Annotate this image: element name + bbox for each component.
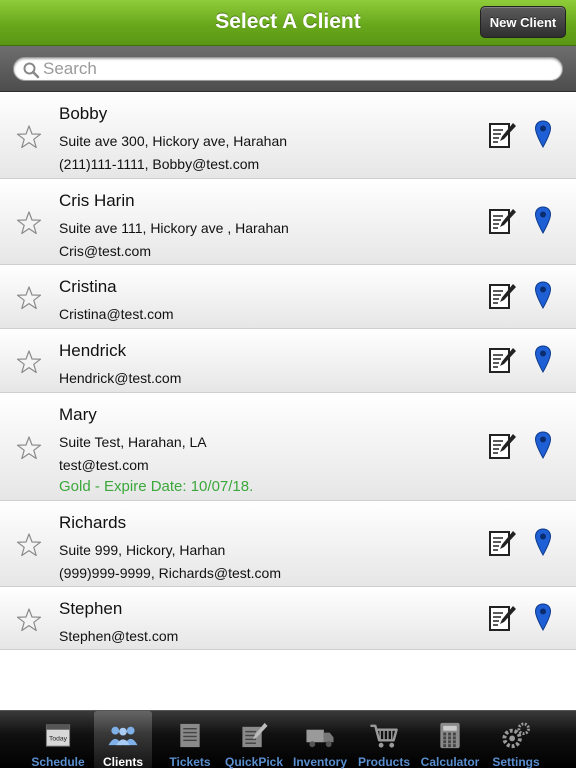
edit-client-icon[interactable] — [487, 603, 517, 633]
edit-client-icon[interactable] — [487, 528, 517, 558]
edit-client-icon[interactable] — [487, 345, 517, 375]
favorite-star-icon[interactable] — [16, 124, 42, 150]
tab-settings[interactable]: Settings — [484, 711, 548, 769]
client-row[interactable]: Richards Suite 999, Hickory, Harhan (999)9… — [0, 501, 576, 587]
favorite-star-icon[interactable] — [16, 435, 42, 461]
calendar-icon: Today — [45, 724, 71, 747]
client-name: Mary — [59, 405, 97, 424]
client-detail-line: Cristina@test.com — [59, 306, 174, 322]
favorite-star-icon[interactable] — [16, 532, 42, 558]
map-pin-icon[interactable] — [534, 345, 552, 373]
favorite-star-icon[interactable] — [16, 210, 42, 236]
tab-bar: Today Schedule Clients Tickets QuickPick Inve… — [0, 710, 576, 769]
client-detail-line: Hendrick@test.com — [59, 370, 182, 386]
client-detail-line: Stephen@test.com — [59, 628, 179, 644]
map-pin-icon[interactable] — [534, 120, 552, 148]
client-info: Stephen Stephen@test.com — [59, 599, 178, 644]
tab-label: Calculator — [420, 755, 480, 769]
client-row[interactable]: Mary Suite Test, Harahan, LA test@test.com… — [0, 393, 576, 501]
truck-icon — [306, 729, 334, 748]
search-icon — [23, 62, 40, 79]
client-detail-line: (211)111-1111, Bobby@test.com — [59, 156, 260, 172]
tab-tickets[interactable]: Tickets — [158, 711, 222, 769]
edit-client-icon[interactable] — [487, 120, 517, 150]
client-info: Richards Suite 999, Hickory, Harhan (999)9… — [59, 513, 281, 581]
svg-text:Today: Today — [49, 735, 68, 742]
client-detail-line: Suite ave 111, Hickory ave , Harahan — [59, 220, 289, 236]
tab-label: QuickPick — [224, 755, 284, 769]
client-list: Bobby Suite ave 300, Hickory ave, Harahan… — [0, 92, 576, 650]
client-row[interactable]: Stephen Stephen@test.com — [0, 587, 576, 650]
search-input[interactable] — [43, 59, 543, 79]
tab-label: Inventory — [292, 755, 347, 769]
client-name: Cris Harin — [59, 191, 135, 210]
client-detail-line: Suite 999, Hickory, Harhan — [59, 542, 226, 558]
calculator-icon — [440, 722, 460, 749]
client-name: Stephen — [59, 599, 123, 618]
tab-label: Schedule — [31, 755, 85, 769]
search-field[interactable] — [13, 57, 563, 81]
map-pin-icon[interactable] — [534, 603, 552, 631]
favorite-star-icon[interactable] — [16, 285, 42, 311]
tab-inventory[interactable]: Inventory — [288, 711, 352, 769]
map-pin-icon[interactable] — [534, 528, 552, 556]
client-info: Mary Suite Test, Harahan, LA test@test.com… — [59, 405, 253, 496]
client-row[interactable]: Hendrick Hendrick@test.com — [0, 329, 576, 393]
client-name: Richards — [59, 513, 127, 532]
search-bar — [0, 46, 576, 92]
tab-label: Clients — [102, 755, 143, 769]
tab-products[interactable]: Products — [352, 711, 416, 769]
new-client-button[interactable]: New Client — [480, 6, 566, 38]
cart-icon — [370, 724, 398, 748]
client-info: Hendrick Hendrick@test.com — [59, 341, 181, 386]
people-icon — [108, 726, 138, 746]
tab-label: Settings — [492, 755, 540, 769]
client-detail-line: Cris@test.com — [59, 243, 151, 259]
tab-label: Products — [357, 755, 410, 769]
quickpick-icon — [242, 722, 268, 748]
client-detail-line: test@test.com — [59, 457, 149, 473]
client-row[interactable]: Cris Harin Suite ave 111, Hickory ave , H… — [0, 179, 576, 265]
map-pin-icon[interactable] — [534, 206, 552, 234]
client-name: Bobby — [59, 104, 108, 123]
client-name: Cristina — [59, 277, 117, 296]
map-pin-icon[interactable] — [534, 281, 552, 309]
client-detail-line: Suite Test, Harahan, LA — [59, 434, 207, 450]
header-bar: Select A Client New Client — [0, 0, 576, 46]
map-pin-icon[interactable] — [534, 431, 552, 459]
client-info: Cris Harin Suite ave 111, Hickory ave , H… — [59, 191, 289, 259]
favorite-star-icon[interactable] — [16, 607, 42, 633]
ticket-list-icon — [180, 723, 200, 748]
edit-client-icon[interactable] — [487, 431, 517, 461]
client-info: Bobby Suite ave 300, Hickory ave, Harahan… — [59, 104, 287, 172]
membership-status: Gold - Expire Date: 10/07/18. — [59, 478, 254, 495]
client-row[interactable]: Bobby Suite ave 300, Hickory ave, Harahan… — [0, 92, 576, 179]
gears-icon — [502, 722, 531, 749]
tab-schedule[interactable]: Today Schedule — [26, 711, 90, 769]
client-detail-line: Suite ave 300, Hickory ave, Harahan — [59, 133, 288, 149]
tab-label: Tickets — [169, 755, 211, 769]
client-name: Hendrick — [59, 341, 127, 360]
tab-clients[interactable]: Clients — [94, 711, 152, 769]
client-row[interactable]: Cristina Cristina@test.com — [0, 265, 576, 329]
client-info: Cristina Cristina@test.com — [59, 277, 174, 322]
edit-client-icon[interactable] — [487, 281, 517, 311]
tab-calculator[interactable]: Calculator — [418, 711, 482, 769]
tab-quickpick[interactable]: QuickPick — [222, 711, 286, 769]
client-detail-line: (999)999-9999, Richards@test.com — [59, 565, 281, 581]
edit-client-icon[interactable] — [487, 206, 517, 236]
favorite-star-icon[interactable] — [16, 349, 42, 375]
